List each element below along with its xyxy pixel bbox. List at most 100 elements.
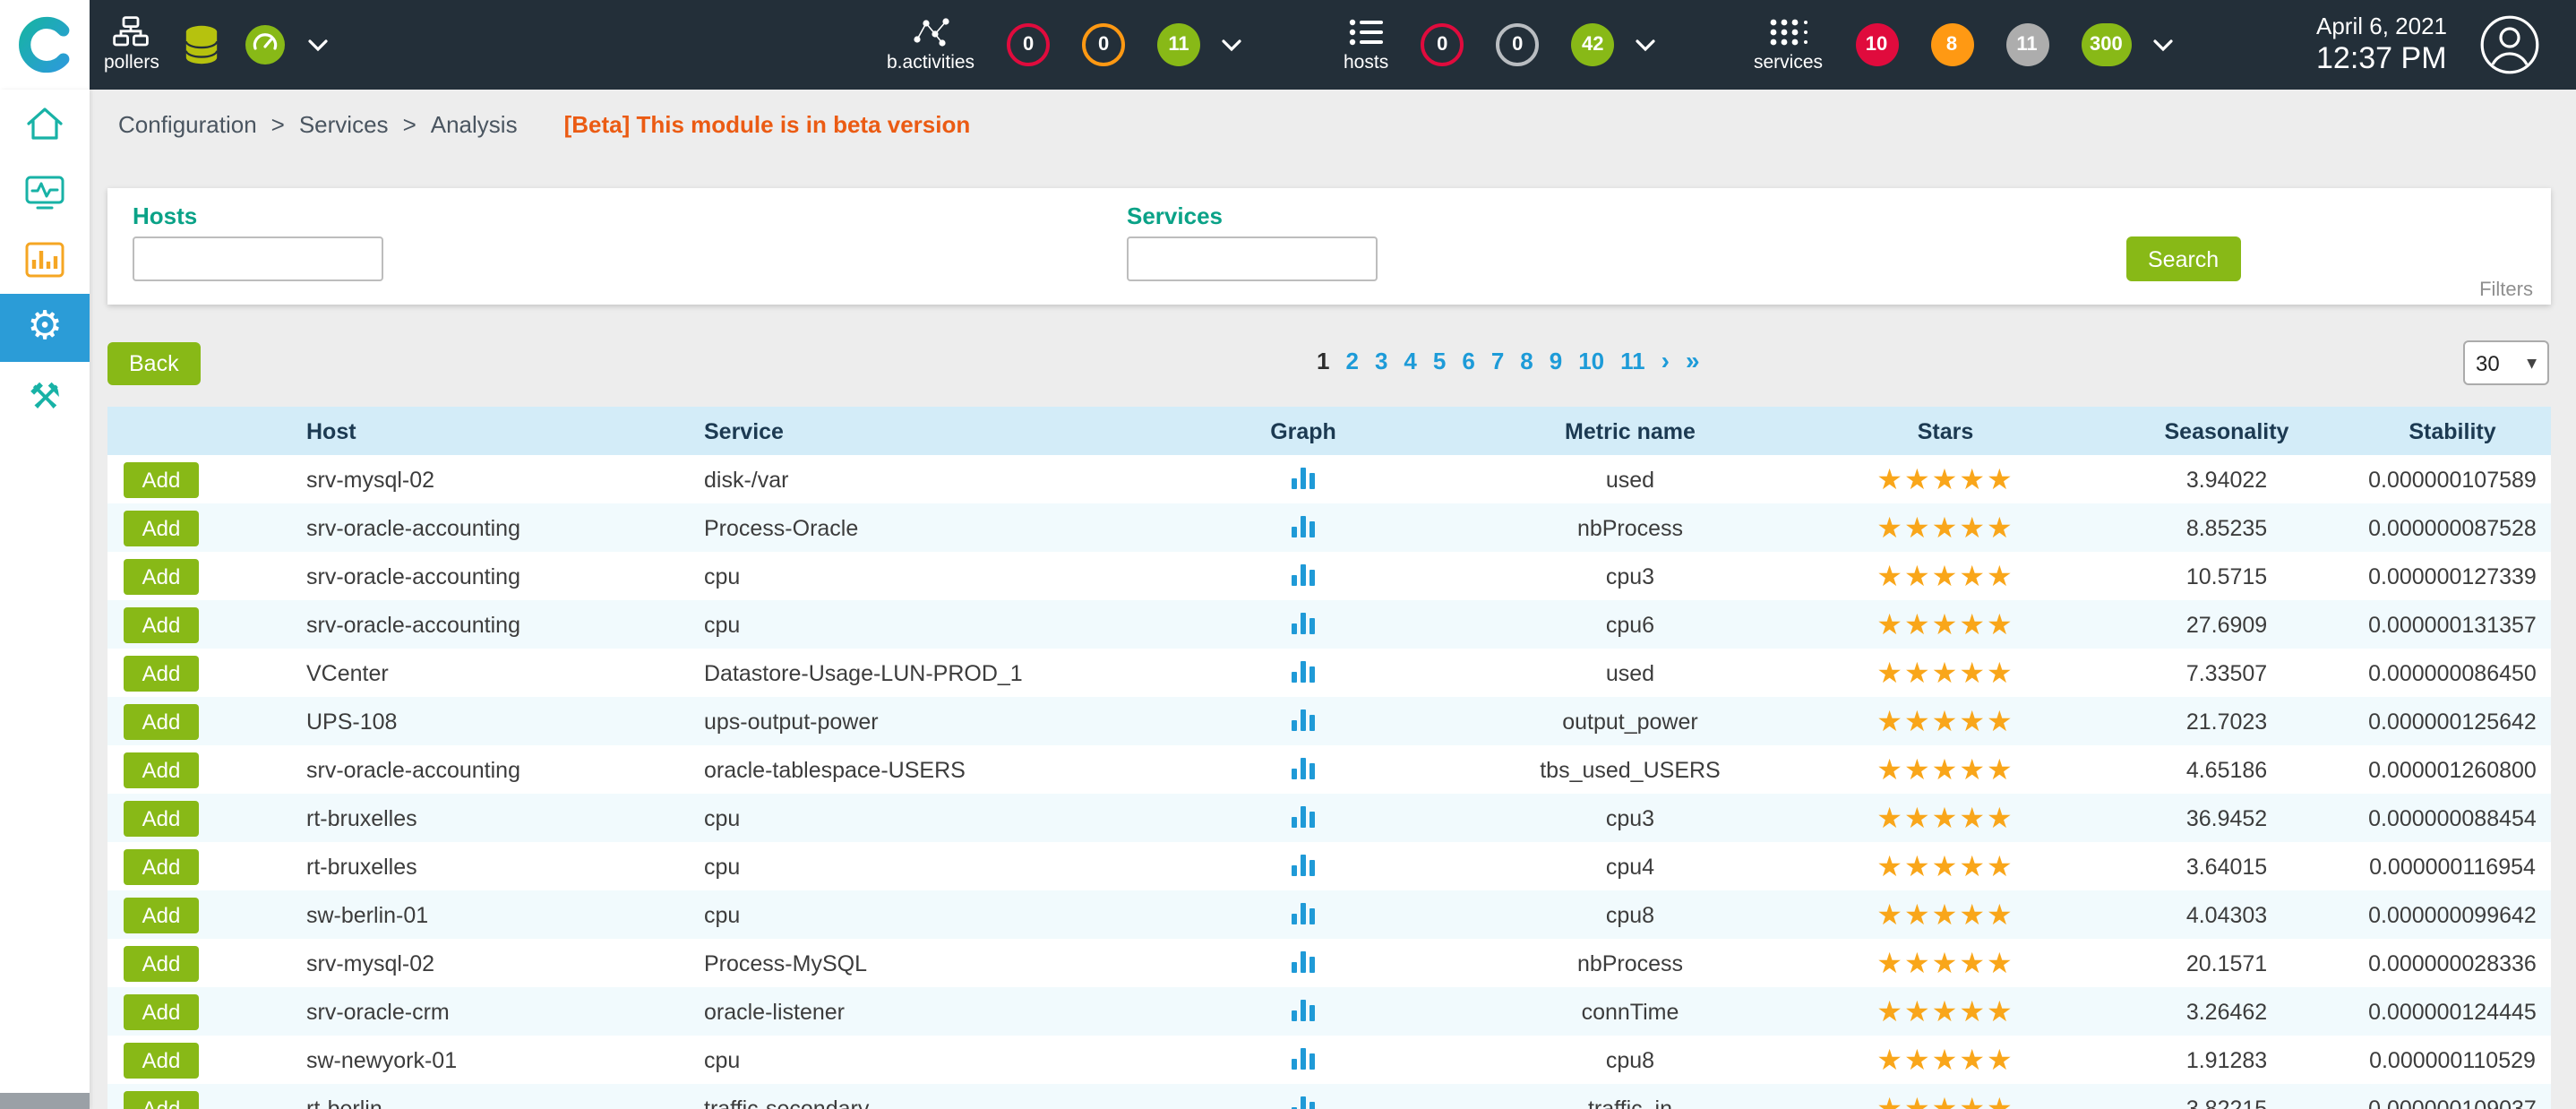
bar-chart-icon[interactable]: [1290, 1045, 1317, 1069]
hosts-icon: [1348, 17, 1384, 46]
page-size-select[interactable]: 30 ▼: [2463, 340, 2549, 385]
column-header-metric-name: Metric name: [1469, 407, 1791, 455]
add-button[interactable]: Add: [124, 897, 199, 933]
pagination-page[interactable]: 1: [1317, 347, 1329, 374]
chevron-down-icon[interactable]: [1636, 39, 1655, 51]
bar-chart-icon[interactable]: [1290, 465, 1317, 488]
add-button[interactable]: Add: [124, 1042, 199, 1078]
add-button[interactable]: Add: [124, 606, 199, 642]
stars-cell: ★★★★★: [1791, 890, 2099, 939]
bar-chart-icon[interactable]: [1290, 997, 1317, 1020]
hosts-item[interactable]: hosts: [1344, 17, 1388, 73]
column-header-stars: Stars: [1791, 407, 2099, 455]
poller-database-icon[interactable]: [183, 23, 220, 66]
back-button[interactable]: Back: [107, 342, 201, 385]
pagination-last-icon[interactable]: »: [1686, 346, 1700, 374]
pagination-page[interactable]: 11: [1620, 347, 1645, 374]
breadcrumb-configuration[interactable]: Configuration: [118, 111, 257, 138]
add-button[interactable]: Add: [124, 993, 199, 1029]
pagination-page[interactable]: 7: [1491, 347, 1504, 374]
add-button[interactable]: Add: [124, 510, 199, 546]
status-badge[interactable]: 11: [2005, 23, 2048, 66]
sidebar-item-reporting[interactable]: [0, 226, 90, 294]
bar-chart-icon[interactable]: [1290, 755, 1317, 778]
service-cell: oracle-tablespace-USERS: [690, 745, 1138, 794]
bar-chart-icon[interactable]: [1290, 852, 1317, 875]
services-filter-label: Services: [1127, 202, 1223, 229]
add-button[interactable]: Add: [124, 800, 199, 836]
services-label: services: [1754, 51, 1823, 73]
pagination-page[interactable]: 8: [1520, 347, 1533, 374]
add-button[interactable]: Add: [124, 945, 199, 981]
chevron-down-icon[interactable]: [308, 39, 328, 51]
pagination-page[interactable]: 5: [1433, 347, 1446, 374]
add-button[interactable]: Add: [124, 461, 199, 497]
status-badge[interactable]: 42: [1571, 23, 1614, 66]
sidebar-item-monitoring[interactable]: [0, 158, 90, 226]
search-button[interactable]: Search: [2126, 236, 2240, 281]
services-item[interactable]: services: [1754, 17, 1823, 73]
bar-chart-icon[interactable]: [1290, 804, 1317, 827]
breadcrumb-services[interactable]: Services: [299, 111, 389, 138]
stability-cell: 0.000000086450: [2354, 649, 2551, 697]
status-badge[interactable]: 8: [1930, 23, 1973, 66]
bar-chart-icon[interactable]: [1290, 949, 1317, 972]
add-button[interactable]: Add: [124, 703, 199, 739]
service-cell: cpu: [690, 842, 1138, 890]
add-button[interactable]: Add: [124, 848, 199, 884]
hosts-filter-input[interactable]: [133, 236, 383, 281]
bar-chart-icon[interactable]: [1290, 900, 1317, 924]
bar-chart-icon[interactable]: [1290, 610, 1317, 633]
chevron-down-icon[interactable]: [2153, 39, 2173, 51]
bar-chart-icon[interactable]: [1290, 562, 1317, 585]
add-button[interactable]: Add: [124, 752, 199, 787]
bar-chart-icon[interactable]: [1290, 513, 1317, 537]
status-badge[interactable]: 300: [2081, 23, 2132, 66]
bar-chart-icon[interactable]: [1290, 1094, 1317, 1109]
pagination-page[interactable]: 9: [1550, 347, 1562, 374]
status-badge[interactable]: 0: [1082, 23, 1125, 66]
status-badge[interactable]: 10: [1855, 23, 1898, 66]
add-button[interactable]: Add: [124, 558, 199, 594]
status-badge[interactable]: 0: [1007, 23, 1050, 66]
metric-name-cell: cpu3: [1469, 794, 1791, 842]
pagination-next-icon[interactable]: ›: [1662, 346, 1670, 374]
stability-cell: 0.000001260800: [2354, 745, 2551, 794]
services-menu: services 10 8 11 300: [1754, 0, 2173, 90]
sidebar-item-configuration[interactable]: ⚙: [0, 294, 90, 362]
pagination-page[interactable]: 2: [1345, 347, 1358, 374]
services-filter-input[interactable]: [1127, 236, 1378, 281]
services-icon: [1769, 17, 1808, 46]
pagination-page[interactable]: 6: [1462, 347, 1474, 374]
centreon-logo[interactable]: [0, 0, 90, 90]
hosts-badges: 00 42: [1388, 23, 1614, 66]
chevron-down-icon[interactable]: [1222, 39, 1241, 51]
stars-cell: ★★★★★: [1791, 649, 2099, 697]
filters-caption: Filters: [2479, 279, 2533, 301]
user-avatar[interactable]: [2479, 14, 2540, 75]
pagination-page[interactable]: 3: [1375, 347, 1387, 374]
column-header-stability: Stability: [2354, 407, 2551, 455]
add-button[interactable]: Add: [124, 1090, 199, 1109]
status-badge[interactable]: 0: [1421, 23, 1464, 66]
stability-cell: 0.000000125642: [2354, 697, 2551, 745]
breadcrumb-separator: >: [403, 111, 416, 138]
pagination-page[interactable]: 4: [1404, 347, 1416, 374]
add-cell: Add: [107, 745, 278, 794]
sidebar-item-home[interactable]: [0, 90, 90, 158]
stability-cell: 0.000000127339: [2354, 552, 2551, 600]
bar-chart-icon[interactable]: [1290, 658, 1317, 682]
status-badge[interactable]: 0: [1496, 23, 1539, 66]
pollers-item[interactable]: pollers: [104, 16, 159, 73]
poller-latency-icon[interactable]: [244, 23, 287, 66]
pagination-page[interactable]: 10: [1578, 347, 1604, 374]
host-cell: srv-mysql-02: [278, 455, 690, 503]
host-cell: sw-berlin-01: [278, 890, 690, 939]
add-button[interactable]: Add: [124, 655, 199, 691]
sidebar-item-administration[interactable]: ⚒: [0, 362, 90, 430]
status-badge[interactable]: 11: [1157, 23, 1200, 66]
seasonality-cell: 3.94022: [2099, 455, 2354, 503]
bactivities-item[interactable]: b.activities: [887, 16, 975, 73]
bar-chart-icon[interactable]: [1290, 707, 1317, 730]
star-rating: ★★★★★: [1876, 752, 2014, 786]
